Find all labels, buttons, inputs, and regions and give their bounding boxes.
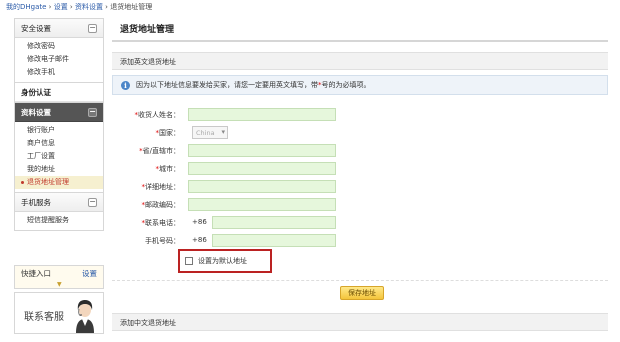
mobile-prefix: +86 (192, 236, 207, 244)
country-select-value: China (196, 129, 215, 137)
active-dot-icon (21, 180, 24, 184)
sidebar-item-sms-reminder[interactable]: 短信提醒服务 (15, 214, 103, 227)
customer-service-panel[interactable]: 联系客服 (14, 292, 104, 334)
sidebar-header-mobile[interactable]: 手机服务 − (15, 193, 103, 212)
default-address-option[interactable]: 设置为默认地址 (178, 249, 272, 273)
phone-input[interactable] (212, 216, 336, 229)
field-label: *详细地址： (141, 183, 181, 191)
expand-arrow-icon[interactable]: ▼ (57, 281, 62, 288)
breadcrumb-separator: › (46, 3, 54, 11)
field-label: *收货人姓名： (134, 111, 181, 119)
field-label: *国家： (155, 129, 181, 137)
breadcrumb-current: 退货地址管理 (110, 3, 153, 11)
sidebar-item-change-password[interactable]: 修改密码 (15, 40, 103, 53)
sidebar-item-factory-settings[interactable]: 工厂设置 (15, 150, 103, 163)
field-label: *省/直辖市： (139, 147, 180, 155)
collapse-icon[interactable]: − (88, 107, 97, 117)
collapse-icon[interactable]: − (88, 23, 97, 33)
main-content: 退货地址管理 添加英文退货地址 i 因为以下地址信息要发给买家，请您一定要用英文… (112, 18, 608, 331)
sidebar-item-merchant-info[interactable]: 商户信息 (15, 137, 103, 150)
sidebar-item-change-phone[interactable]: 修改手机 (15, 66, 103, 79)
info-icon: i (121, 80, 130, 90)
chevron-down-icon: ▾ (221, 128, 225, 136)
notice-banner: i 因为以下地址信息要发给买家，请您一定要用英文填写，带 * 号的为必填项。 (112, 75, 608, 95)
default-address-label: 设置为默认地址 (198, 257, 247, 265)
quick-entry-settings-link[interactable]: 设置 (82, 268, 97, 286)
field-label: *联系电话： (141, 219, 181, 227)
form-row-city: *城市： (112, 162, 608, 176)
form-row-mobile: 手机号码： +86 (112, 234, 608, 248)
sidebar-section-profile: 资料设置 − 银行账户 商户信息 工厂设置 我的地址 退货地址管理 (14, 103, 104, 193)
save-address-button[interactable]: 保存地址 (340, 286, 384, 300)
breadcrumb-home-link[interactable]: 我的DHgate (6, 3, 46, 11)
breadcrumb: 我的DHgate › 设置 › 资料设置 › 退货地址管理 (6, 2, 152, 12)
form-row-country: *国家： China ▾ (112, 126, 608, 140)
sidebar-section-identity: 身份认证 (14, 83, 104, 103)
sidebar-item-my-address[interactable]: 我的地址 (15, 163, 103, 176)
sidebar: 安全设置 − 修改密码 修改电子邮件 修改手机 身份认证 资料设置 − 银行账户… (14, 18, 104, 231)
breadcrumb-separator: › (67, 3, 75, 11)
zip-code-input[interactable] (188, 198, 336, 211)
field-label: 手机号码： (145, 237, 180, 245)
form-row-zip: *邮政编码： (112, 198, 608, 212)
country-select[interactable]: China ▾ (192, 126, 228, 139)
default-address-checkbox[interactable] (185, 257, 193, 265)
field-label: *邮政编码： (141, 201, 181, 209)
customer-service-label: 联系客服 (24, 312, 64, 323)
sidebar-header-label: 手机服务 (21, 197, 51, 207)
consignee-name-input[interactable] (188, 108, 336, 121)
sidebar-section-mobile: 手机服务 − 短信提醒服务 (14, 193, 104, 231)
detailed-address-input[interactable] (188, 180, 336, 193)
sidebar-header-label: 资料设置 (21, 107, 51, 117)
sidebar-item-change-email[interactable]: 修改电子邮件 (15, 53, 103, 66)
mobile-input[interactable] (212, 234, 336, 247)
section-header-english-address: 添加英文退货地址 (112, 52, 608, 70)
form-row-name: *收货人姓名： (112, 108, 608, 122)
breadcrumb-settings-link[interactable]: 设置 (54, 3, 68, 11)
breadcrumb-profile-link[interactable]: 资料设置 (75, 3, 103, 11)
sidebar-item-label: 退货地址管理 (27, 178, 69, 186)
sidebar-header-security[interactable]: 安全设置 − (15, 19, 103, 38)
sidebar-header-label: 身份认证 (21, 87, 51, 97)
sidebar-item-return-address[interactable]: 退货地址管理 (15, 176, 103, 189)
sidebar-item-bank-account[interactable]: 银行账户 (15, 124, 103, 137)
quick-entry-label: 快捷入口 (21, 269, 51, 278)
city-input[interactable] (188, 162, 336, 175)
section-header-chinese-address: 添加中文退货地址 (112, 313, 608, 331)
sidebar-header-identity[interactable]: 身份认证 (15, 83, 103, 102)
sidebar-header-label: 安全设置 (21, 23, 51, 33)
field-label: *城市： (155, 165, 181, 173)
notice-text-pre: 因为以下地址信息要发给买家，请您一定要用英文填写，带 (136, 81, 318, 89)
province-input[interactable] (188, 144, 336, 157)
phone-prefix: +86 (192, 218, 207, 226)
page-title: 退货地址管理 (112, 18, 608, 42)
customer-service-avatar-icon (76, 300, 94, 333)
divider (112, 280, 608, 281)
sidebar-header-profile[interactable]: 资料设置 − (15, 103, 103, 122)
form-row-phone: *联系电话： +86 (112, 216, 608, 230)
form-row-province: *省/直辖市： (112, 144, 608, 158)
collapse-icon[interactable]: − (88, 197, 97, 207)
notice-text-post: 号的为必填项。 (321, 81, 371, 89)
quick-entry-panel: 快捷入口 设置 ▼ (14, 265, 104, 289)
form-row-address: *详细地址： (112, 180, 608, 194)
sidebar-section-security: 安全设置 − 修改密码 修改电子邮件 修改手机 (14, 18, 104, 83)
